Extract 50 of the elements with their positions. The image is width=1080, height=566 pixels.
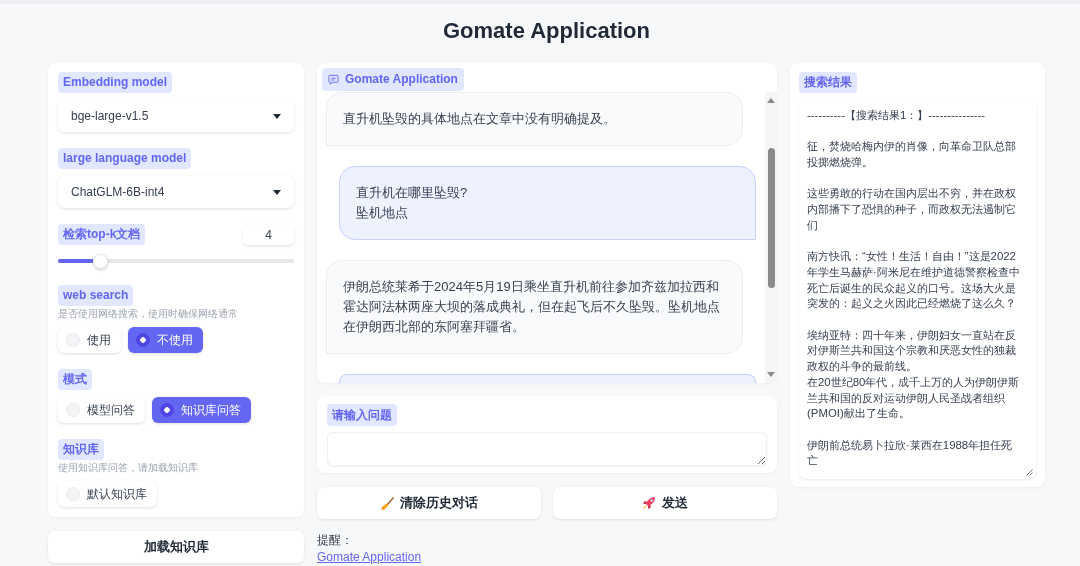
radio-button[interactable]: [136, 333, 150, 347]
chat-icon: [328, 74, 339, 85]
radio-option[interactable]: 不使用: [128, 327, 203, 353]
field-label: 搜索结果: [799, 72, 857, 93]
field-label: 知识库: [58, 439, 104, 460]
search-result-text: 伊朗前总统易卜拉欣·莱西在1988年担任死亡: [807, 437, 1014, 469]
radio-option[interactable]: 模型问答: [58, 397, 145, 423]
field-label: Embedding model: [58, 72, 172, 93]
scrollbar[interactable]: [765, 92, 777, 383]
rocket-icon: [642, 496, 656, 510]
chatbot-title: Gomate Application: [345, 71, 458, 88]
user-message: 直升机在哪里坠毁? 坠机地点: [339, 166, 756, 240]
radio-button[interactable]: [160, 403, 174, 417]
bot-message: 直升机坠毁的具体地点在文章中没有明确提及。: [326, 92, 743, 146]
search-result-text: 南方快讯：“女性！生活！自由！”这是2022年学生马赫萨·阿米尼在维护道德警察检查中死亡后诞生的民众起义的口号。这场大火是突发的：起义之火因此已经燃烧了这么久？: [807, 249, 1021, 312]
field-label: web search: [58, 285, 134, 306]
radio-option[interactable]: 默认知识库: [58, 481, 157, 507]
radio-option[interactable]: 知识库问答: [152, 397, 251, 423]
question-field[interactable]: [327, 432, 767, 466]
field-label: 模式: [58, 369, 92, 390]
resize-handle-icon[interactable]: [1026, 469, 1033, 477]
slider-thumb[interactable]: [92, 253, 108, 269]
field-hint: 使用知识库问答，请加载知识库: [58, 462, 198, 474]
search-result-text: ----------【搜索结果1：】---------------: [807, 108, 987, 123]
search-result-text: 埃纳亚特：四十年来，伊朗妇女一直站在反对伊斯兰共和国这个宗教和厌恶女性的独裁政权的斗争的最前线。: [807, 327, 1017, 375]
search-result-text: 征，焚烧哈梅内伊的肖像，向革命卫队总部投掷燃烧弹。: [807, 139, 1017, 171]
bot-message: 伊朗总统莱希于2024年5月19日乘坐直升机前往参加齐兹加拉西和霍达阿法林两座大坝的落成典礼，但在起飞后不久坠毁。坠机地点在伊朗西北部的东阿塞拜疆省。: [326, 260, 743, 354]
number-field[interactable]: 4: [243, 224, 294, 245]
scroll-up-icon[interactable]: [767, 98, 775, 103]
notice-link[interactable]: Gomate Application: [317, 549, 422, 565]
field-label: 请输入问题: [327, 404, 397, 426]
field-hint: 是否使用网络搜索，使用时确保网络通常: [58, 308, 238, 320]
dropdown[interactable]: bge-large-v1.5: [58, 100, 294, 132]
caret-icon: [273, 189, 281, 195]
field-label: 检索top-k文档: [58, 224, 146, 245]
search-result-text: 这些勇敢的行动在国内层出不穷，并在政权内部播下了恐惧的种子，而政权无法遏制它们: [807, 186, 1017, 233]
field-label: large language model: [58, 148, 192, 169]
send-button[interactable]: 发送: [553, 487, 777, 519]
app-title: Gomate Application: [442, 18, 651, 44]
search-result-text: 在20世纪80年代，成千上万的人为伊朗伊斯兰共和国的反对运动伊朗人民圣战者组织(PMOI)献出了生命。: [807, 374, 1021, 422]
search-results-field[interactable]: [799, 100, 1036, 480]
scroll-thumb[interactable]: [767, 148, 775, 288]
scroll-down-icon[interactable]: [767, 372, 775, 377]
dropdown[interactable]: ChatGLM-6B-int4: [58, 176, 294, 208]
clear-history-button[interactable]: 清除历史对话: [317, 487, 541, 519]
caret-icon: [273, 113, 281, 119]
notice-text: 提醒：: [317, 532, 353, 548]
broom-icon: [380, 496, 394, 510]
radio-option[interactable]: 使用: [58, 327, 121, 353]
load-knowledge-base-button[interactable]: 加载知识库: [48, 531, 304, 563]
